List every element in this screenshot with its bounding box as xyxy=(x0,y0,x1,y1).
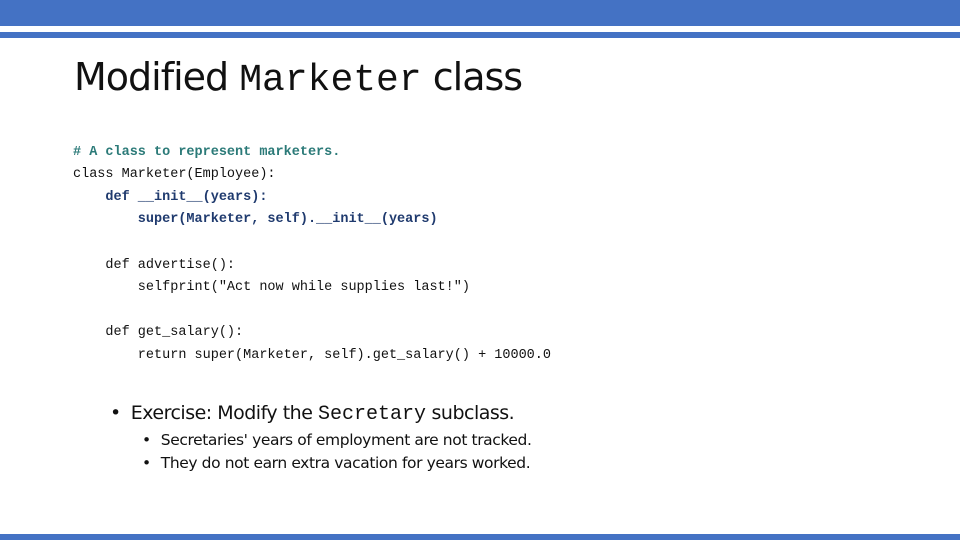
code-line-super-init: super(Marketer, self).__init__(years) xyxy=(73,212,438,227)
slide-title: Modified Marketer class xyxy=(74,55,523,102)
bullet-code: Secretary xyxy=(317,403,426,426)
title-suffix: class xyxy=(421,55,523,99)
bullet-suffix: subclass. xyxy=(425,402,515,424)
sub-bullet: • Secretaries' years of employment are no… xyxy=(142,431,532,449)
sub-bullet-text: They do not earn extra vacation for year… xyxy=(160,454,531,472)
sub-bullet: • They do not earn extra vacation for yea… xyxy=(142,454,531,472)
sub-bullet-text: Secretaries' years of employment are not… xyxy=(160,431,532,449)
header-rule xyxy=(0,32,960,38)
code-line-return: return super(Marketer, self).get_salary(… xyxy=(73,348,551,363)
code-line-class: class Marketer(Employee): xyxy=(73,167,276,182)
header-band xyxy=(0,0,960,26)
title-prefix: Modified xyxy=(74,55,240,99)
title-code: Marketer xyxy=(239,59,422,102)
sub-bullet-marker: • xyxy=(142,454,151,472)
code-line-def-init: def __init__(years): xyxy=(73,190,268,205)
bullet-prefix: Exercise: Modify the xyxy=(130,402,318,424)
code-line-def-advertise: def advertise(): xyxy=(73,258,236,273)
bullet-exercise: • Exercise: Modify the Secretary subclass… xyxy=(110,402,515,426)
footer-band xyxy=(0,534,960,540)
sub-bullet-marker: • xyxy=(142,431,151,449)
code-line-comment: # A class to represent marketers. xyxy=(73,145,341,160)
code-line-selfprint: selfprint("Act now while supplies last!"… xyxy=(73,280,470,295)
bullet-marker: • xyxy=(110,402,121,424)
code-line-def-get-salary: def get_salary(): xyxy=(73,325,244,340)
